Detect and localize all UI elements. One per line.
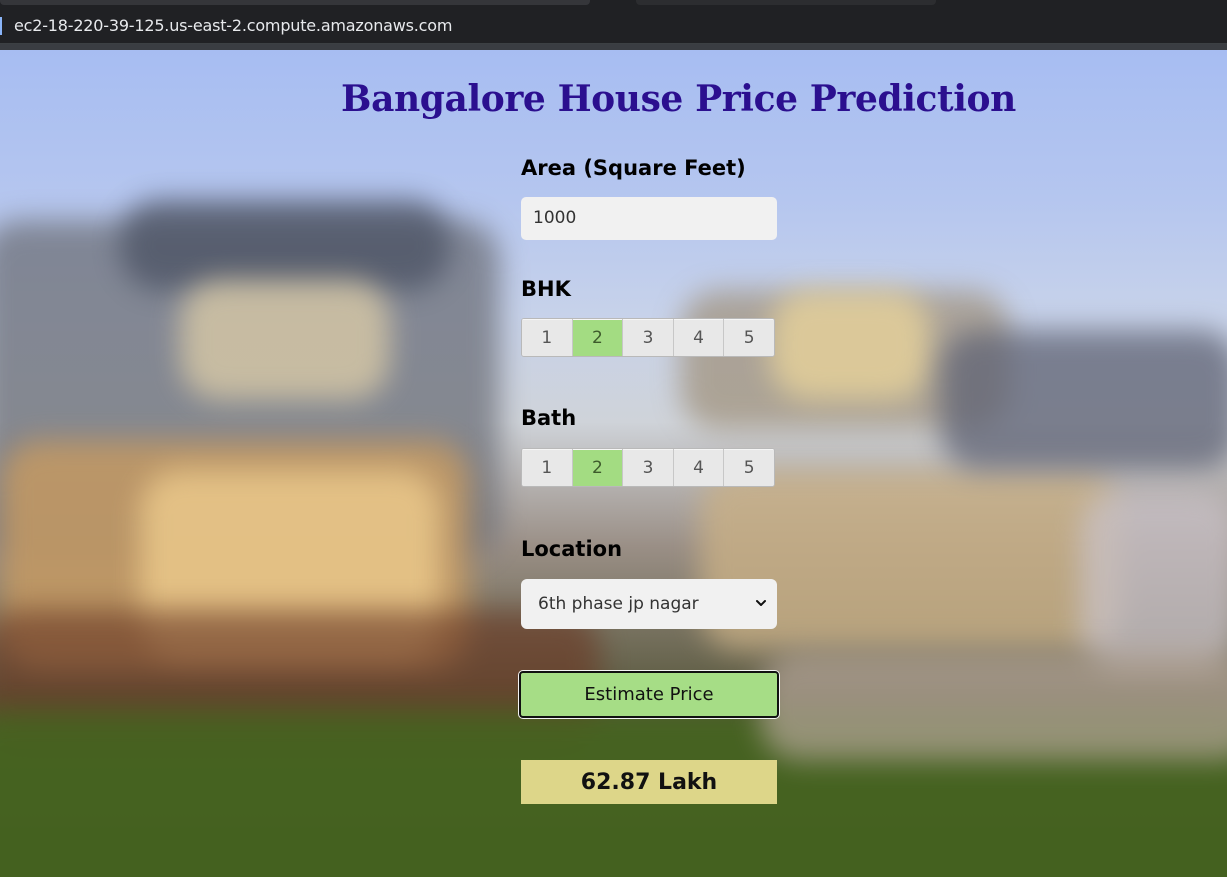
bhk-option-4[interactable]: 4: [673, 319, 725, 356]
address-bar[interactable]: ec2-18-220-39-125.us-east-2.compute.amaz…: [0, 8, 1227, 44]
page-content: Bangalore House Price Prediction Area (S…: [0, 50, 1227, 877]
bath-label: Bath: [521, 406, 577, 430]
page-title: Bangalore House Price Prediction: [341, 78, 1016, 120]
bath-option-2[interactable]: 2: [572, 449, 624, 486]
text-caret: [0, 17, 2, 35]
estimated-price-result: 62.87 Lakh: [521, 760, 777, 804]
bath-option-3[interactable]: 3: [623, 449, 674, 486]
bath-option-1[interactable]: 1: [522, 449, 573, 486]
area-label: Area (Square Feet): [521, 156, 746, 180]
bath-option-5[interactable]: 5: [724, 449, 774, 486]
browser-tab-edge: [0, 0, 590, 5]
bhk-option-5[interactable]: 5: [724, 319, 774, 356]
location-selected-value: 6th phase jp nagar: [538, 594, 699, 614]
bath-option-4[interactable]: 4: [673, 449, 725, 486]
bhk-label: BHK: [521, 277, 571, 301]
browser-tab-edge: [636, 0, 936, 5]
bhk-selector: 1 2 3 4 5: [521, 318, 775, 357]
url-text[interactable]: ec2-18-220-39-125.us-east-2.compute.amaz…: [14, 16, 452, 35]
estimate-price-button[interactable]: Estimate Price: [519, 671, 779, 718]
bath-selector: 1 2 3 4 5: [521, 448, 775, 487]
bhk-option-1[interactable]: 1: [522, 319, 573, 356]
bhk-option-3[interactable]: 3: [623, 319, 674, 356]
browser-tab-strip: [0, 0, 1227, 8]
location-label: Location: [521, 537, 623, 561]
area-input[interactable]: 1000: [521, 197, 777, 240]
location-select[interactable]: 6th phase jp nagar: [521, 579, 777, 629]
bhk-option-2[interactable]: 2: [572, 319, 624, 356]
chevron-down-icon: [756, 600, 766, 606]
